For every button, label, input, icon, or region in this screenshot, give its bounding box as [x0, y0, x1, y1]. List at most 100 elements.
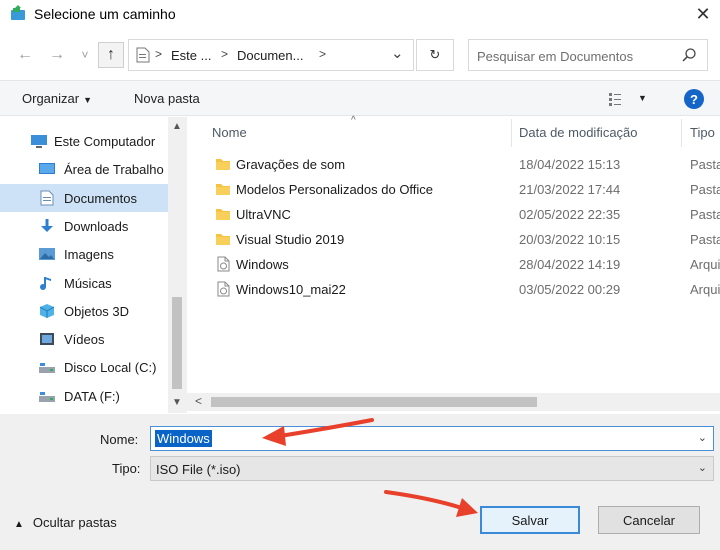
file-type: Pasta [690, 182, 720, 197]
document-location-icon [136, 47, 150, 63]
file-name-field[interactable]: Windows ⌄ [150, 426, 714, 451]
close-button[interactable]: ✕ [686, 0, 720, 28]
file-row[interactable]: Modelos Personalizados do Office 21/03/20… [207, 178, 720, 203]
scroll-up-icon[interactable]: ▲ [170, 121, 184, 135]
address-dropdown-icon[interactable]: ⌄ [391, 44, 404, 62]
file-row[interactable]: Gravações de som 18/04/2022 15:13 Pasta [207, 153, 720, 178]
video-icon [40, 333, 54, 346]
refresh-button[interactable]: ↻ [416, 39, 454, 71]
arrow-up-icon: ↑ [107, 46, 115, 63]
column-header-date[interactable]: Data de modificação [519, 125, 638, 140]
drive-icon [39, 363, 55, 374]
new-folder-button[interactable]: Nova pasta [134, 91, 200, 106]
sidebar-item-label: Músicas [64, 275, 112, 291]
computer-icon [31, 135, 47, 148]
file-name: Modelos Personalizados do Office [236, 182, 434, 197]
file-date: 21/03/2022 17:44 [519, 182, 621, 197]
sidebar-item-label: Downloads [64, 218, 129, 234]
sidebar-item[interactable]: DATA (F:) [0, 382, 168, 410]
file-name-value[interactable]: Windows [155, 430, 212, 447]
file-type-value: ISO File (*.iso) [156, 462, 241, 477]
file-row[interactable]: Windows10_mai22 03/05/2022 00:29 Arquivo [207, 278, 720, 303]
file-row[interactable]: Visual Studio 2019 20/03/2022 10:15 Pasta [207, 228, 720, 253]
sidebar-item-label: Vídeos [64, 332, 105, 348]
column-header-type[interactable]: Tipo [690, 125, 715, 140]
file-type-label: Tipo: [112, 461, 141, 476]
sidebar-item-label: Imagens [64, 247, 114, 263]
view-options-icon[interactable] [609, 91, 631, 107]
sidebar-item-label: Disco Local (C:) [64, 360, 157, 376]
folder-save-icon [11, 5, 25, 20]
chevron-down-icon: ˅ [81, 48, 89, 62]
caret-down-icon: ▼ [83, 95, 92, 105]
scrollbar-thumb[interactable] [211, 397, 537, 407]
forward-button[interactable]: → [46, 42, 68, 68]
arrow-left-icon: ← [17, 46, 33, 63]
hide-folders-label: Ocultar pastas [32, 515, 117, 530]
back-button[interactable]: ← [14, 42, 36, 68]
file-type-select[interactable]: ISO File (*.iso) ⌄ [150, 456, 714, 481]
file-name: Windows [236, 257, 289, 272]
address-bar[interactable]: > Este ... > Documen... > ⌄ [128, 39, 414, 71]
file-date: 03/05/2022 00:29 [519, 282, 621, 297]
file-type: Pasta [690, 207, 720, 222]
search-box[interactable] [468, 39, 708, 71]
organize-menu-button[interactable]: Organizar ▼ [22, 91, 92, 106]
sidebar-item[interactable]: Downloads [0, 212, 168, 240]
up-folder-button[interactable]: ↑ [98, 42, 124, 68]
save-form: Nome: Windows ⌄ Tipo: ISO File (*.iso) ⌄… [0, 414, 720, 550]
file-icon [217, 256, 230, 272]
search-icon [682, 48, 696, 62]
file-type: Arquivo [690, 282, 720, 297]
sidebar-item[interactable]: Área de Trabalho [0, 155, 168, 183]
sidebar-item[interactable]: Músicas [0, 269, 168, 297]
breadcrumb-documents[interactable]: Documen... [237, 48, 303, 63]
file-row[interactable]: Windows 28/04/2022 14:19 Arquivo [207, 253, 720, 278]
desktop-icon [39, 163, 55, 175]
recent-locations-button[interactable]: ˅ [74, 42, 96, 68]
help-button[interactable]: ? [684, 89, 704, 109]
column-divider[interactable] [511, 119, 512, 147]
file-name-label: Nome: [100, 432, 139, 447]
title-bar: Selecione um caminho ✕ [0, 0, 720, 28]
arrow-right-icon: → [49, 46, 65, 63]
cancel-button[interactable]: Cancelar [598, 506, 700, 534]
music-icon [40, 276, 51, 290]
image-icon [39, 248, 55, 261]
breadcrumb-separator: > [319, 47, 327, 61]
hide-folders-toggle[interactable]: ▲ Ocultar pastas [14, 515, 117, 530]
folder-icon [216, 234, 230, 245]
sidebar-item[interactable]: Objetos 3D [0, 297, 168, 325]
file-date: 02/05/2022 22:35 [519, 207, 621, 222]
download-icon [41, 218, 53, 232]
command-toolbar: Organizar ▼ Nova pasta ▼ ? [0, 80, 720, 116]
search-input[interactable] [477, 47, 677, 65]
horizontal-scrollbar[interactable]: < [187, 393, 720, 411]
view-dropdown-icon[interactable]: ▼ [638, 93, 647, 103]
sidebar-item[interactable]: Este Computador [0, 127, 168, 155]
file-icon [217, 281, 230, 297]
scroll-left-icon[interactable]: < [195, 394, 202, 408]
sidebar-item[interactable]: Disco Local (C:) [0, 353, 168, 381]
drive-icon [39, 391, 55, 402]
breadcrumb-separator: > [221, 47, 229, 61]
chevron-down-icon[interactable]: ⌄ [698, 461, 707, 474]
save-button[interactable]: Salvar [480, 506, 580, 534]
file-list: ^ Nome Data de modificação Tipo Gravaçõe… [186, 115, 720, 413]
sidebar-item[interactable]: Documentos [0, 183, 168, 212]
breadcrumb-separator: > [155, 47, 163, 61]
folder-icon [216, 209, 230, 220]
scroll-down-icon[interactable]: ▼ [170, 397, 184, 411]
refresh-icon: ↻ [429, 47, 441, 62]
column-header-name[interactable]: Nome [212, 125, 247, 140]
scrollbar-thumb[interactable] [172, 297, 182, 389]
file-row[interactable]: UltraVNC 02/05/2022 22:35 Pasta [207, 203, 720, 228]
sidebar-item[interactable]: Imagens [0, 240, 168, 268]
chevron-down-icon[interactable]: ⌄ [698, 431, 707, 444]
sidebar-item[interactable]: Vídeos [0, 325, 168, 353]
file-date: 20/03/2022 10:15 [519, 232, 621, 247]
file-date: 18/04/2022 15:13 [519, 157, 621, 172]
navigation-scrollbar[interactable]: ▲ ▼ [168, 117, 186, 413]
column-divider[interactable] [681, 119, 682, 147]
breadcrumb-computer[interactable]: Este ... [171, 48, 211, 63]
